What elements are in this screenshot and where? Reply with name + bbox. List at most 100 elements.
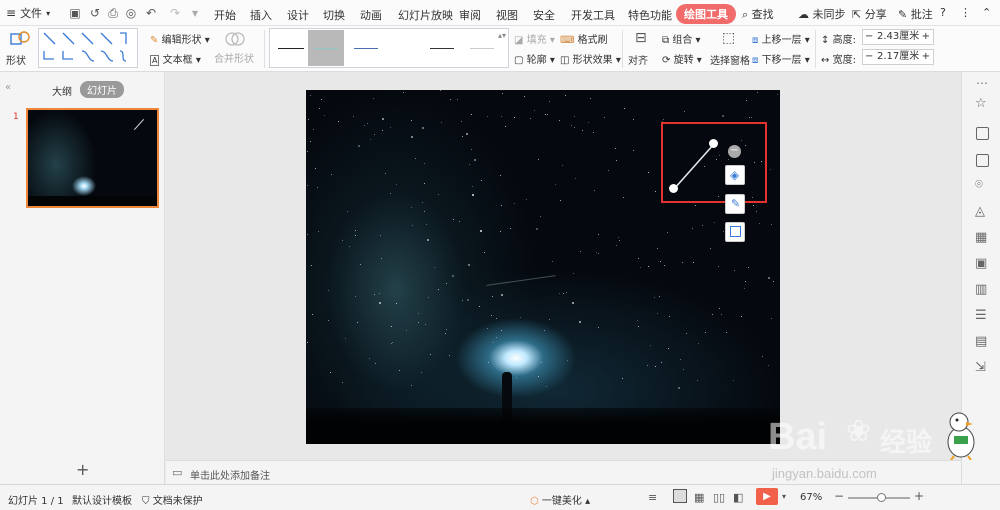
tab-transition[interactable]: 切换	[323, 7, 345, 23]
fill-button[interactable]: ◪ 填充 ▾	[514, 31, 555, 46]
float-frame-button[interactable]	[725, 222, 745, 242]
preview-icon[interactable]: ◎	[124, 6, 138, 20]
file-menu[interactable]: ≡ 文件 ▾	[6, 5, 50, 21]
tab-drawing-tools[interactable]: 绘图工具	[676, 4, 736, 24]
copy-icon[interactable]	[976, 127, 989, 140]
height-increment[interactable]: +	[922, 30, 930, 44]
fill-panel-icon[interactable]: ◬	[975, 204, 985, 219]
tab-review[interactable]: 审阅	[459, 7, 481, 23]
float-layers-button[interactable]: ◈	[725, 165, 745, 185]
align-button[interactable]: ⊟ 对齐	[628, 30, 658, 68]
normal-view-icon[interactable]	[673, 489, 687, 503]
line-style-4[interactable]	[430, 48, 454, 49]
zoom-slider-thumb[interactable]	[877, 493, 886, 502]
star	[487, 116, 489, 118]
height-input[interactable]: − 2.43厘米 +	[862, 29, 934, 45]
merge-shape-button[interactable]: 合并形状	[212, 28, 258, 68]
share-button[interactable]: ⇱ 分享	[852, 6, 887, 22]
line-style-3[interactable]	[354, 48, 378, 49]
add-slide-button[interactable]: +	[76, 460, 89, 479]
line-style-5[interactable]	[470, 48, 494, 49]
shape-effect-button[interactable]: ◫ 形状效果 ▾	[560, 51, 621, 66]
search-button[interactable]: ⌕ 查找	[742, 6, 774, 22]
play-options-icon[interactable]: ▾	[782, 492, 786, 501]
right-more-icon[interactable]: ⋯	[976, 76, 988, 90]
design-template[interactable]: 默认设计模板	[72, 492, 132, 507]
textbox-label: 文本框	[162, 55, 193, 66]
edit-shape-button[interactable]: ✎ 编辑形状 ▾	[150, 31, 210, 46]
tab-slides[interactable]: 幻灯片	[80, 81, 124, 98]
star	[632, 119, 634, 121]
star	[717, 266, 719, 268]
undo-icon[interactable]: ↶	[144, 6, 158, 20]
line-shape-gallery[interactable]	[38, 28, 138, 68]
float-line-style-button[interactable]: ✎	[725, 194, 745, 214]
play-button[interactable]: ▶	[756, 488, 778, 505]
export-icon[interactable]: ⇲	[975, 360, 986, 375]
table-icon[interactable]: ▦	[975, 230, 987, 245]
layers-panel-icon[interactable]	[976, 154, 989, 167]
selection-pane-button[interactable]: ⬚ 选择窗格	[710, 30, 750, 68]
notes-toggle-icon[interactable]: ≡	[648, 491, 657, 504]
bring-forward-button[interactable]: ⧈ 上移一层 ▾	[752, 31, 810, 46]
zoom-slider[interactable]	[848, 493, 910, 502]
star	[390, 193, 392, 195]
send-backward-button[interactable]: ⧈ 下移一层 ▾	[752, 51, 810, 66]
redo-icon[interactable]: ↷	[168, 6, 182, 20]
sorter-view-icon[interactable]: ▦	[694, 491, 704, 504]
tab-view[interactable]: 视图	[496, 7, 518, 23]
collapse-panel-icon[interactable]: «	[5, 82, 11, 93]
zoom-level[interactable]: 67%	[800, 492, 822, 503]
tab-insert[interactable]: 插入	[250, 7, 272, 23]
document-icon[interactable]: ▤	[975, 334, 987, 349]
star-icon[interactable]: ☆	[975, 96, 987, 111]
protect-status[interactable]: ⛉ 文档未保护	[142, 492, 203, 507]
tab-slideshow[interactable]: 幻灯片放映	[398, 7, 453, 23]
tab-design[interactable]: 设计	[287, 7, 309, 23]
width-increment[interactable]: +	[922, 50, 930, 64]
format-brush-button[interactable]: ⌨ 格式刷	[560, 31, 608, 46]
tab-home[interactable]: 开始	[214, 7, 236, 23]
notes-view-icon[interactable]: ◧	[733, 491, 743, 504]
width-input[interactable]: − 2.17厘米 +	[862, 49, 934, 65]
slide-thumbnail-1[interactable]	[26, 108, 159, 208]
star	[664, 264, 666, 266]
group-button[interactable]: ⧉ 组合 ▾	[662, 31, 701, 46]
gallery-scroll-icon[interactable]: ▴▾	[498, 31, 506, 40]
more-icon[interactable]: ⋮	[960, 6, 971, 19]
collapse-ribbon-icon[interactable]: ⌃	[982, 6, 991, 19]
zoom-out-button[interactable]: −	[834, 489, 844, 503]
save-icon[interactable]: ▣	[68, 6, 82, 20]
location-icon[interactable]: ⌾	[975, 177, 983, 192]
comment-button[interactable]: ✎ 批注	[898, 6, 933, 22]
help-button[interactable]: ?	[940, 6, 946, 19]
tab-security[interactable]: 安全	[533, 7, 555, 23]
outline-button[interactable]: ▢ 轮廓 ▾	[514, 51, 555, 66]
textbox-button[interactable]: A 文本框 ▾	[150, 51, 201, 66]
rotate-button[interactable]: ⟳ 旋转 ▾	[662, 51, 702, 66]
width-decrement[interactable]: −	[865, 50, 873, 64]
beautify-button[interactable]: ⬡ 一键美化 ▴	[530, 492, 590, 507]
tab-outline[interactable]: 大纲	[52, 83, 72, 98]
reading-view-icon[interactable]: ▯▯	[713, 491, 725, 504]
tab-features[interactable]: 特色功能	[628, 7, 672, 23]
tab-developer[interactable]: 开发工具	[571, 7, 615, 23]
star	[759, 222, 761, 224]
line-style-2[interactable]	[314, 48, 338, 49]
grid-icon[interactable]: ▣	[975, 256, 987, 271]
sync-button[interactable]: ☁ 未同步	[798, 6, 846, 22]
line-style-1[interactable]	[278, 48, 304, 49]
open-icon[interactable]: ↺	[88, 6, 102, 20]
line-style-gallery[interactable]: ▴▾	[269, 28, 509, 68]
shape-button[interactable]: 形状	[6, 30, 34, 68]
star	[757, 92, 759, 94]
customize-icon[interactable]: ▾	[188, 6, 202, 20]
print-icon[interactable]: ⎙	[106, 6, 120, 20]
chart-icon[interactable]: ▥	[975, 282, 987, 297]
float-minus-button[interactable]: −	[728, 145, 741, 158]
tab-animation[interactable]: 动画	[360, 7, 382, 23]
zoom-in-button[interactable]: +	[914, 489, 924, 503]
notes-bar[interactable]: ▭ 单击此处添加备注	[166, 460, 961, 484]
height-decrement[interactable]: −	[865, 30, 873, 44]
settings-sliders-icon[interactable]: ☰	[975, 308, 987, 323]
